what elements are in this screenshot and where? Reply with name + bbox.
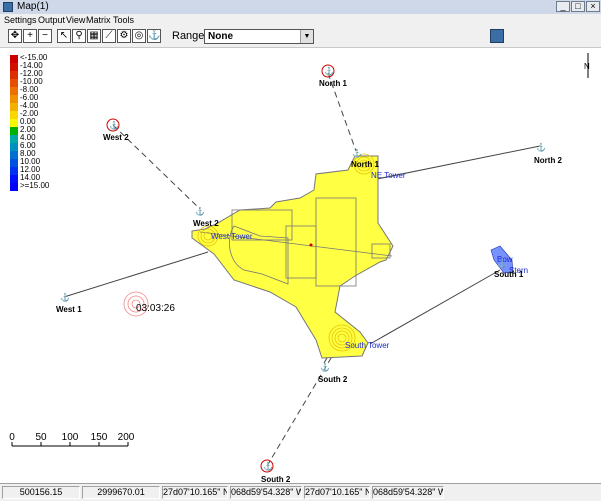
menu-output[interactable]: Output — [38, 14, 65, 27]
anchor-icon: ⚓ — [320, 362, 330, 372]
zoom-out-icon[interactable]: − — [38, 29, 52, 43]
legend-swatch — [10, 87, 18, 95]
range-label: Range — [172, 30, 205, 42]
anchor-south-2-far: ⚓ South 2 — [260, 459, 291, 483]
anchor-label: West 2 — [103, 133, 129, 142]
legend-swatch — [10, 63, 18, 71]
legend-swatch — [10, 167, 18, 175]
legend-swatch — [10, 127, 18, 135]
title-bar: Map(1) _ □ × — [0, 0, 601, 15]
menu-view[interactable]: View — [66, 14, 85, 27]
anchor-label: North 1 — [319, 79, 348, 88]
anchor-label: West 1 — [56, 305, 82, 314]
legend-swatch — [10, 183, 18, 191]
scale-tick: 0 — [9, 432, 15, 443]
close-button[interactable]: × — [586, 1, 600, 12]
range-dropdown[interactable]: None ▼ — [204, 29, 314, 44]
fit-extents-icon[interactable]: ✥ — [8, 29, 22, 43]
menu-settings[interactable]: Settings — [4, 14, 37, 27]
status-latitude: 27d07'10.165" N — [162, 486, 228, 499]
anchor-icon: ⚓ — [497, 258, 507, 268]
range-value: None — [208, 31, 233, 42]
export-icon[interactable] — [490, 29, 504, 43]
chevron-down-icon[interactable]: ▼ — [300, 30, 313, 43]
legend-swatch — [10, 175, 18, 183]
status-northing: 2999670.01 — [82, 486, 160, 499]
scale-tick: 200 — [118, 432, 135, 443]
legend-swatch — [10, 151, 18, 159]
fairlead-label-south-tower: South Tower — [345, 341, 390, 350]
legend-swatch — [10, 71, 18, 79]
anchor-north-2: ⚓ North 2 — [534, 142, 563, 165]
scale-bar: 0 50 100 150 200 — [9, 432, 135, 447]
anchor-west-1: ⚓ West 1 — [56, 292, 82, 314]
fairlead-label-ne-tower: NE Tower — [371, 171, 406, 180]
platform — [191, 153, 394, 359]
legend-swatch — [10, 143, 18, 151]
maximize-button[interactable]: □ — [571, 1, 585, 12]
legend-swatch — [10, 111, 18, 119]
fairlead-label-north-1: North 1 — [351, 160, 380, 169]
time-marker: 03:03:26 — [123, 291, 175, 317]
anchor-label: South 1 — [494, 270, 524, 279]
platform-hull — [191, 155, 394, 359]
anchor-icon: ⚓ — [109, 120, 119, 130]
status-longitude: 068d59'54.328" W — [230, 486, 302, 499]
status-bar: 500156.15 2999670.01 27d07'10.165" N 068… — [0, 483, 601, 501]
anchor-icon: ⚓ — [60, 292, 70, 302]
target-icon[interactable]: ◎ — [132, 29, 146, 43]
window-title: Map(1) — [17, 1, 49, 12]
status-longitude-2: 068d59'54.328" W — [372, 486, 444, 499]
status-latitude-2: 27d07'10.165" N — [304, 486, 370, 499]
minimize-button[interactable]: _ — [556, 1, 570, 12]
fairlead-label-west-tower: West Tower — [211, 232, 253, 241]
anchor-south-2-near: ⚓ South 2 — [318, 362, 348, 384]
map-window-icon — [3, 2, 13, 12]
anchor-label: North 2 — [534, 156, 563, 165]
legend-swatch — [10, 95, 18, 103]
anchor-icon: ⚓ — [536, 142, 546, 152]
legend-swatch — [10, 119, 18, 127]
legend-swatch — [10, 135, 18, 143]
color-legend: <-15.00 -14.00 -12.00 -10.00 -8.00 -6.00… — [10, 53, 50, 191]
vector-icon[interactable]: ⟋ — [102, 29, 116, 43]
platform-centre — [309, 243, 313, 247]
mooring-line-west-1 — [63, 251, 209, 298]
zoom-in-icon[interactable]: + — [23, 29, 37, 43]
compass-label: N — [584, 62, 590, 71]
anchor-label: South 2 — [318, 375, 348, 384]
pointer-icon[interactable]: ↖ — [57, 29, 71, 43]
anchor-north-1: ⚓ North 1 — [319, 64, 348, 88]
anchor-icon: ⚓ — [263, 461, 273, 471]
scale-tick: 100 — [62, 432, 79, 443]
settings-icon[interactable]: ⚙ — [117, 29, 131, 43]
scale-tick: 50 — [35, 432, 47, 443]
toolbar: ✥ + − ↖ ⚲ ▦ ⟋ ⚙ ◎ ⚓ Range None ▼ — [0, 27, 601, 48]
legend-label: >=15.00 — [20, 181, 50, 190]
menu-matrix[interactable]: Matrix — [86, 14, 111, 27]
menu-tools[interactable]: Tools — [113, 14, 134, 27]
legend-swatch — [10, 103, 18, 111]
scale-tick: 150 — [91, 432, 108, 443]
legend-swatch — [10, 79, 18, 87]
magnify-icon[interactable]: ⚲ — [72, 29, 86, 43]
menu-bar: Settings Output View Matrix Tools — [0, 14, 601, 27]
anchor-icon[interactable]: ⚓ — [147, 29, 161, 43]
anchor-icon: ⚓ — [195, 206, 205, 216]
zoom-region-icon[interactable]: ▦ — [87, 29, 101, 43]
anchor-icon: ⚓ — [324, 66, 334, 76]
legend-swatch — [10, 159, 18, 167]
anchor-icon: ⚓ — [352, 148, 362, 158]
compass-icon: N — [584, 53, 590, 78]
anchor-west-2: ⚓ West 2 — [103, 118, 129, 142]
anchor-label: South 2 — [261, 475, 291, 483]
map-canvas[interactable]: <-15.00 -14.00 -12.00 -10.00 -8.00 -6.00… — [0, 48, 601, 483]
status-easting: 500156.15 — [2, 486, 80, 499]
time-label: 03:03:26 — [136, 303, 175, 314]
legend-swatch — [10, 55, 18, 63]
fairlead-label-west-2: West 2 — [193, 219, 219, 228]
mooring-line-south-1 — [369, 269, 501, 345]
